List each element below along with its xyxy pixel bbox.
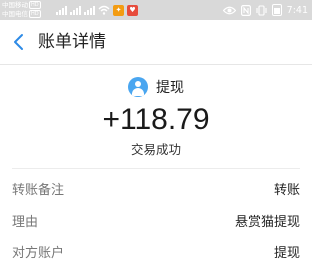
hd-badge-2: HD — [29, 10, 41, 18]
detail-row-remark: 转账备注 转账 — [0, 177, 312, 205]
carrier-1: 中国移动 HD — [2, 1, 41, 9]
detail-row-value: 转账 — [273, 183, 300, 198]
carrier-2-label: 中国电信 — [2, 10, 28, 18]
counterparty-row: 提现 — [0, 76, 312, 98]
detail-row-reason: 理由 悬赏猫提现 — [0, 209, 312, 237]
detail-row-value: 悬赏猫提现 — [234, 215, 300, 230]
carrier-1-label: 中国移动 — [2, 1, 28, 9]
transaction-amount: +118.79 — [102, 103, 210, 136]
eye-icon — [222, 6, 236, 14]
transaction-status: 交易成功 — [130, 142, 181, 157]
detail-row-account[interactable]: 对方账户 提现 — [0, 240, 312, 268]
section-divider — [12, 168, 300, 169]
status-bar: 中国移动 HD 中国电信 HD ✦ ♥ 7:41 — [0, 0, 312, 20]
detail-row-value: 提现 — [273, 246, 300, 261]
nfc-icon — [240, 4, 251, 16]
battery-icon — [271, 4, 282, 16]
hd-badge-1: HD — [29, 1, 41, 9]
app-notification-icon-2: ♥ — [127, 4, 138, 16]
wifi-icon — [98, 5, 110, 15]
nav-bar: 账单详情 — [0, 20, 312, 64]
vibrate-icon — [256, 4, 267, 16]
detail-row-label: 理由 — [12, 215, 39, 230]
avatar-icon — [128, 77, 148, 97]
nav-divider — [0, 64, 312, 65]
detail-row-label: 转账备注 — [12, 183, 65, 198]
app-notification-icon: ✦ — [113, 4, 124, 16]
back-arrow-icon[interactable] — [8, 30, 30, 54]
status-icons-right: 7:41 — [222, 3, 308, 17]
signal-1-icon — [56, 5, 67, 15]
detail-row-label: 对方账户 — [12, 246, 65, 261]
carrier-2: 中国电信 HD — [2, 10, 41, 18]
page-title: 账单详情 — [38, 32, 106, 52]
clock: 7:41 — [286, 4, 308, 16]
signal-3-icon — [84, 5, 95, 15]
counterparty-name: 提现 — [156, 80, 184, 96]
signal-2-icon — [70, 5, 81, 15]
status-icons-left: ✦ ♥ — [56, 4, 138, 16]
